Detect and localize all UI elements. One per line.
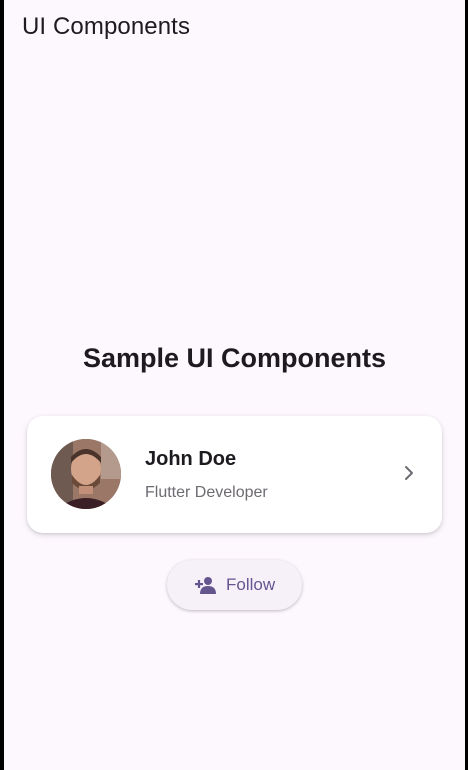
follow-button[interactable]: Follow <box>167 560 302 610</box>
person-add-icon <box>195 577 216 594</box>
chevron-right-icon <box>405 466 413 480</box>
avatar <box>51 439 121 509</box>
section-heading: Sample UI Components <box>82 343 387 373</box>
profile-subtitle: Flutter Developer <box>145 484 268 501</box>
app-screen: UI Components Sample UI Components John … <box>4 0 465 770</box>
profile-card[interactable]: John Doe Flutter Developer <box>27 416 442 533</box>
app-bar-title: UI Components <box>22 13 191 40</box>
app-bar: UI Components <box>4 0 465 56</box>
profile-name: John Doe <box>145 448 237 470</box>
follow-button-label: Follow <box>226 575 276 594</box>
